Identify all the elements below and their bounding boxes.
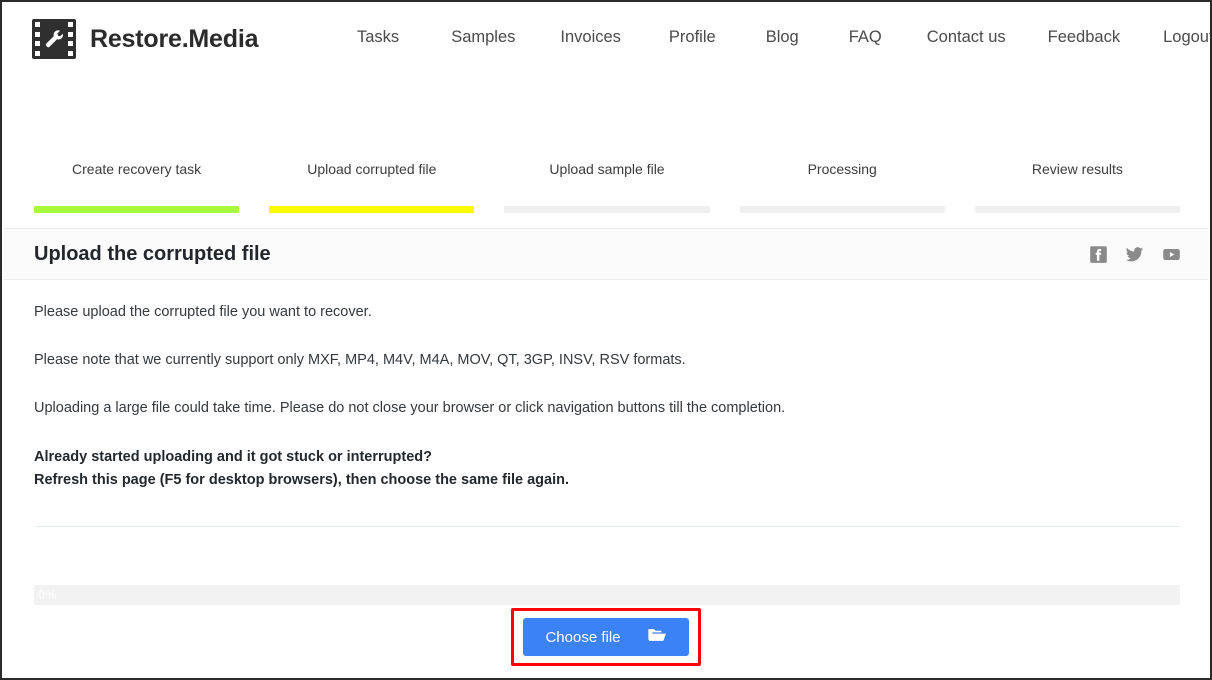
step-progress-bar bbox=[269, 206, 475, 213]
step-progress-bar bbox=[34, 206, 240, 213]
step-label: Upload corrupted file bbox=[307, 161, 437, 177]
nav-item-feedback[interactable]: Feedback bbox=[1048, 24, 1120, 51]
upload-progress-bar: 0% bbox=[34, 585, 1180, 605]
step-review-results[interactable]: Review results bbox=[974, 160, 1181, 213]
facebook-icon[interactable] bbox=[1089, 245, 1108, 264]
stuck-upload-advice: Refresh this page (F5 for desktop browse… bbox=[34, 472, 570, 488]
site-header: Restore.Media Tasks Samples Invoices Pro… bbox=[2, 2, 1210, 76]
section-divider bbox=[34, 526, 1180, 527]
stuck-upload-question: Already started uploading and it got stu… bbox=[34, 449, 432, 465]
instruction-paragraph-1: Please upload the corrupted file you wan… bbox=[34, 304, 372, 320]
social-links bbox=[1089, 245, 1182, 264]
step-create-recovery-task[interactable]: Create recovery task bbox=[34, 160, 240, 213]
nav-item-profile[interactable]: Profile bbox=[669, 24, 716, 51]
open-folder-icon bbox=[647, 627, 667, 647]
panel-body: Please upload the corrupted file you wan… bbox=[34, 302, 1180, 527]
main-navigation: Tasks Samples Invoices Profile Blog FAQ … bbox=[357, 24, 1210, 51]
step-label: Processing bbox=[807, 161, 877, 177]
brand-name: Restore.Media bbox=[90, 24, 259, 53]
page-title: Upload the corrupted file bbox=[34, 242, 271, 265]
step-label: Upload sample file bbox=[549, 161, 665, 177]
page-frame: Restore.Media Tasks Samples Invoices Pro… bbox=[0, 0, 1212, 680]
nav-item-blog[interactable]: Blog bbox=[766, 24, 799, 51]
youtube-icon[interactable] bbox=[1161, 245, 1182, 264]
nav-item-logout[interactable]: Logout bbox=[1163, 24, 1210, 51]
choose-file-highlight: Choose file bbox=[511, 608, 701, 666]
step-processing[interactable]: Processing bbox=[739, 160, 945, 213]
step-label: Create recovery task bbox=[72, 161, 202, 177]
nav-item-tasks[interactable]: Tasks bbox=[357, 24, 399, 51]
choose-file-row: Choose file bbox=[2, 608, 1210, 666]
upload-progress-label: 0% bbox=[38, 587, 57, 602]
step-label: Review results bbox=[1031, 161, 1123, 177]
twitter-icon[interactable] bbox=[1124, 245, 1145, 264]
choose-file-button[interactable]: Choose file bbox=[523, 618, 689, 656]
step-progress-bar bbox=[739, 206, 945, 213]
film-wrench-logo-icon bbox=[32, 19, 76, 59]
step-progress-bar bbox=[504, 206, 710, 213]
upload-warning-paragraph: Uploading a large file could take time. … bbox=[34, 400, 786, 416]
supported-formats-paragraph: Please note that we currently support on… bbox=[34, 352, 686, 368]
step-progress-bar bbox=[974, 206, 1181, 213]
brand-logo-link[interactable]: Restore.Media bbox=[32, 19, 258, 59]
nav-item-contact-us[interactable]: Contact us bbox=[927, 24, 1006, 51]
step-upload-corrupted-file[interactable]: Upload corrupted file bbox=[269, 160, 475, 213]
nav-item-invoices[interactable]: Invoices bbox=[560, 24, 621, 51]
choose-file-label: Choose file bbox=[545, 628, 621, 646]
workflow-steps: Create recovery task Upload corrupted fi… bbox=[34, 160, 1181, 213]
panel-title-bar: Upload the corrupted file bbox=[4, 228, 1208, 280]
step-upload-sample-file[interactable]: Upload sample file bbox=[504, 160, 710, 213]
nav-item-faq[interactable]: FAQ bbox=[849, 24, 882, 51]
nav-item-samples[interactable]: Samples bbox=[451, 24, 515, 51]
